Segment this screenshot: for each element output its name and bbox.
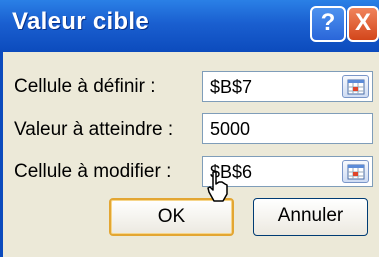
change-cell-range-button[interactable] (342, 160, 369, 183)
set-cell-field[interactable]: $B$7 (202, 71, 373, 102)
goal-seek-dialog: Valeur cible ? X Cellule à définir : $B$… (0, 0, 379, 257)
target-value-label: Valeur à atteindre : (14, 119, 174, 140)
mouse-cursor-icon (207, 171, 228, 202)
range-select-icon (347, 79, 365, 95)
dialog-body: Cellule à définir : $B$7 Valeur à attein… (0, 52, 379, 257)
set-cell-value: $B$7 (210, 77, 253, 97)
set-cell-range-button[interactable] (342, 75, 369, 98)
target-value-field[interactable]: 5000 (202, 113, 373, 144)
range-select-icon (347, 164, 365, 180)
help-button[interactable]: ? (310, 6, 346, 42)
close-icon: X (354, 9, 371, 36)
dialog-title: Valeur cible (12, 8, 150, 35)
help-icon: ? (320, 9, 336, 36)
close-button[interactable]: X (347, 6, 379, 42)
title-bar: Valeur cible ? X (0, 0, 379, 52)
set-cell-label: Cellule à définir : (14, 76, 156, 97)
change-cell-label: Cellule à modifier : (14, 161, 172, 182)
target-value-value: 5000 (210, 119, 251, 139)
cancel-button[interactable]: Annuler (253, 198, 368, 236)
